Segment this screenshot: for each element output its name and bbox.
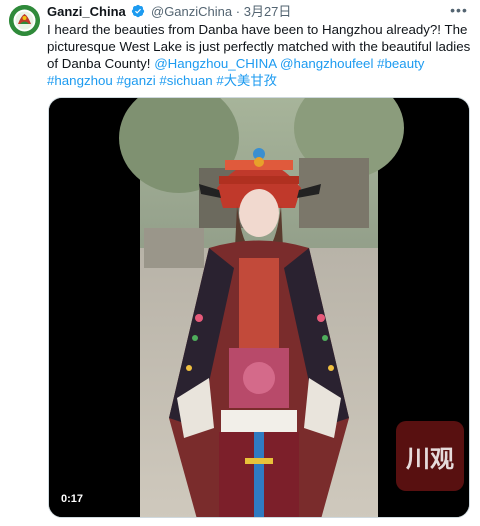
verified-badge-icon: [132, 4, 145, 18]
avatar-emblem-icon: [9, 5, 40, 36]
author-handle[interactable]: @GanziChina: [151, 4, 232, 19]
hashtag-sichuan[interactable]: #sichuan: [159, 73, 212, 88]
watermark-logo: 川观: [396, 421, 464, 491]
hashtag-dameiganzi[interactable]: #大美甘孜: [216, 73, 277, 88]
author-display-name[interactable]: Ganzi_China: [47, 4, 126, 19]
tweet-text: I heard the beauties from Danba have bee…: [47, 21, 472, 89]
mention-hangzhoufeel[interactable]: @hangzhoufeel: [280, 56, 373, 71]
tweet[interactable]: Ganzi_China @GanziChina · 3月27日 ••• I he…: [0, 0, 480, 526]
watermark-text: 川观: [406, 444, 454, 473]
mention-hangzhou-china[interactable]: @Hangzhou_CHINA: [154, 56, 276, 71]
avatar[interactable]: [9, 5, 40, 36]
tweet-header: Ganzi_China @GanziChina · 3月27日 •••: [47, 2, 470, 20]
hashtag-hangzhou[interactable]: #hangzhou: [47, 73, 113, 88]
video-player[interactable]: 0:17 川观: [48, 97, 470, 518]
hashtag-ganzi[interactable]: #ganzi: [117, 73, 156, 88]
video-duration: 0:17: [61, 493, 84, 505]
separator-dot: ·: [235, 4, 241, 19]
tweet-date[interactable]: 3月27日: [244, 4, 292, 19]
hashtag-beauty[interactable]: #beauty: [377, 56, 424, 71]
more-options-icon[interactable]: •••: [448, 2, 470, 18]
